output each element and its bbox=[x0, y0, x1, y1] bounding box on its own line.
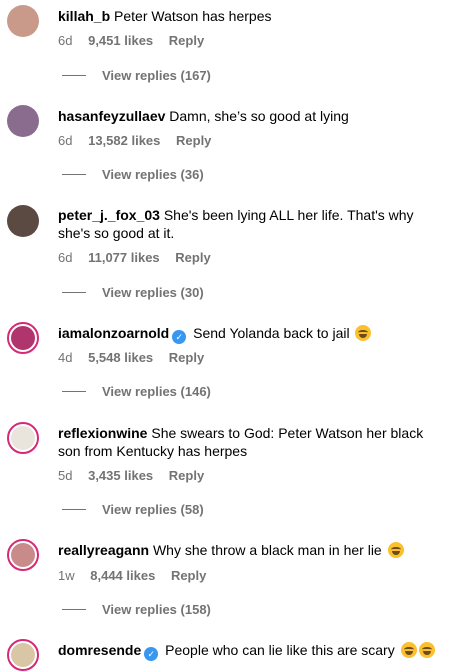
timestamp: 4d bbox=[58, 350, 73, 365]
divider-line bbox=[62, 509, 86, 510]
comment-text: reallyreagann Why she throw a black man … bbox=[58, 541, 438, 559]
reply-button[interactable]: Reply bbox=[175, 250, 210, 265]
username[interactable]: reallyreagann bbox=[58, 542, 149, 558]
divider-line bbox=[62, 609, 86, 610]
comment-meta: 6d 13,582 likes Reply bbox=[58, 133, 211, 148]
comment-text: iamalonzoarnold ✓ Send Yolanda back to ja… bbox=[58, 324, 438, 344]
avatar[interactable] bbox=[7, 5, 39, 37]
view-replies-button[interactable]: View replies (58) bbox=[62, 502, 204, 517]
username[interactable]: domresende bbox=[58, 642, 141, 658]
likes-count[interactable]: 5,548 likes bbox=[88, 350, 153, 365]
reply-button[interactable]: Reply bbox=[169, 350, 204, 365]
avatar[interactable] bbox=[7, 322, 39, 354]
timestamp: 6d bbox=[58, 133, 73, 148]
view-replies-button[interactable]: View replies (30) bbox=[62, 285, 204, 300]
timestamp: 5d bbox=[58, 468, 73, 483]
view-replies-label: View replies (158) bbox=[102, 602, 211, 617]
comment-body: People who can lie like this are scary bbox=[165, 642, 395, 658]
comment-text: domresende ✓ People who can lie like this… bbox=[58, 641, 438, 661]
view-replies-label: View replies (30) bbox=[102, 285, 204, 300]
timestamp: 6d bbox=[58, 33, 73, 48]
laughing-emoji-icon bbox=[355, 325, 372, 341]
comment-text: reflexionwine She swears to God: Peter W… bbox=[58, 424, 443, 460]
comment-body: Peter Watson has herpes bbox=[114, 8, 272, 24]
reply-button[interactable]: Reply bbox=[176, 133, 211, 148]
divider-line bbox=[62, 391, 86, 392]
divider-line bbox=[62, 292, 86, 293]
comment-body: Damn, she’s so good at lying bbox=[169, 108, 349, 124]
divider-line bbox=[62, 174, 86, 175]
laughing-emoji-icon bbox=[387, 542, 404, 558]
username[interactable]: iamalonzoarnold bbox=[58, 325, 169, 341]
avatar[interactable] bbox=[7, 422, 39, 454]
divider-line bbox=[62, 75, 86, 76]
comment-meta: 6d 11,077 likes Reply bbox=[58, 250, 211, 265]
username[interactable]: peter_j._fox_03 bbox=[58, 207, 160, 223]
comment-meta: 6d 9,451 likes Reply bbox=[58, 33, 204, 48]
username[interactable]: reflexionwine bbox=[58, 425, 147, 441]
view-replies-button[interactable]: View replies (146) bbox=[62, 384, 211, 399]
username[interactable]: killah_b bbox=[58, 8, 110, 24]
view-replies-label: View replies (167) bbox=[102, 68, 211, 83]
likes-count[interactable]: 9,451 likes bbox=[88, 33, 153, 48]
comment-meta: 5d 3,435 likes Reply bbox=[58, 468, 204, 483]
view-replies-button[interactable]: View replies (167) bbox=[62, 68, 211, 83]
comment-body: Why she throw a black man in her lie bbox=[152, 542, 382, 558]
view-replies-button[interactable]: View replies (158) bbox=[62, 602, 211, 617]
likes-count[interactable]: 11,077 likes bbox=[88, 250, 160, 265]
avatar[interactable] bbox=[7, 639, 39, 671]
laughing-emoji-icon bbox=[400, 642, 417, 658]
view-replies-label: View replies (58) bbox=[102, 502, 204, 517]
reply-button[interactable]: Reply bbox=[169, 33, 204, 48]
timestamp: 6d bbox=[58, 250, 73, 265]
comment-text: peter_j._fox_03 She's been lying ALL her… bbox=[58, 206, 438, 242]
username[interactable]: hasanfeyzullaev bbox=[58, 108, 165, 124]
reply-button[interactable]: Reply bbox=[171, 568, 206, 583]
avatar[interactable] bbox=[7, 205, 39, 237]
view-replies-label: View replies (146) bbox=[102, 384, 211, 399]
comment-text: hasanfeyzullaev Damn, she’s so good at l… bbox=[58, 107, 438, 125]
comment-meta: 1w 8,444 likes Reply bbox=[58, 568, 206, 583]
likes-count[interactable]: 3,435 likes bbox=[88, 468, 153, 483]
verified-badge-icon: ✓ bbox=[172, 330, 187, 344]
comment-body: Send Yolanda back to jail bbox=[193, 325, 350, 341]
comment-text: killah_b Peter Watson has herpes bbox=[58, 7, 438, 25]
timestamp: 1w bbox=[58, 568, 75, 583]
reply-button[interactable]: Reply bbox=[169, 468, 204, 483]
avatar[interactable] bbox=[7, 105, 39, 137]
view-replies-button[interactable]: View replies (36) bbox=[62, 167, 204, 182]
likes-count[interactable]: 13,582 likes bbox=[88, 133, 160, 148]
view-replies-label: View replies (36) bbox=[102, 167, 204, 182]
laughing-emoji-icon bbox=[418, 642, 435, 658]
comment-meta: 4d 5,548 likes Reply bbox=[58, 350, 204, 365]
verified-badge-icon: ✓ bbox=[144, 647, 159, 661]
likes-count[interactable]: 8,444 likes bbox=[90, 568, 155, 583]
avatar[interactable] bbox=[7, 539, 39, 571]
